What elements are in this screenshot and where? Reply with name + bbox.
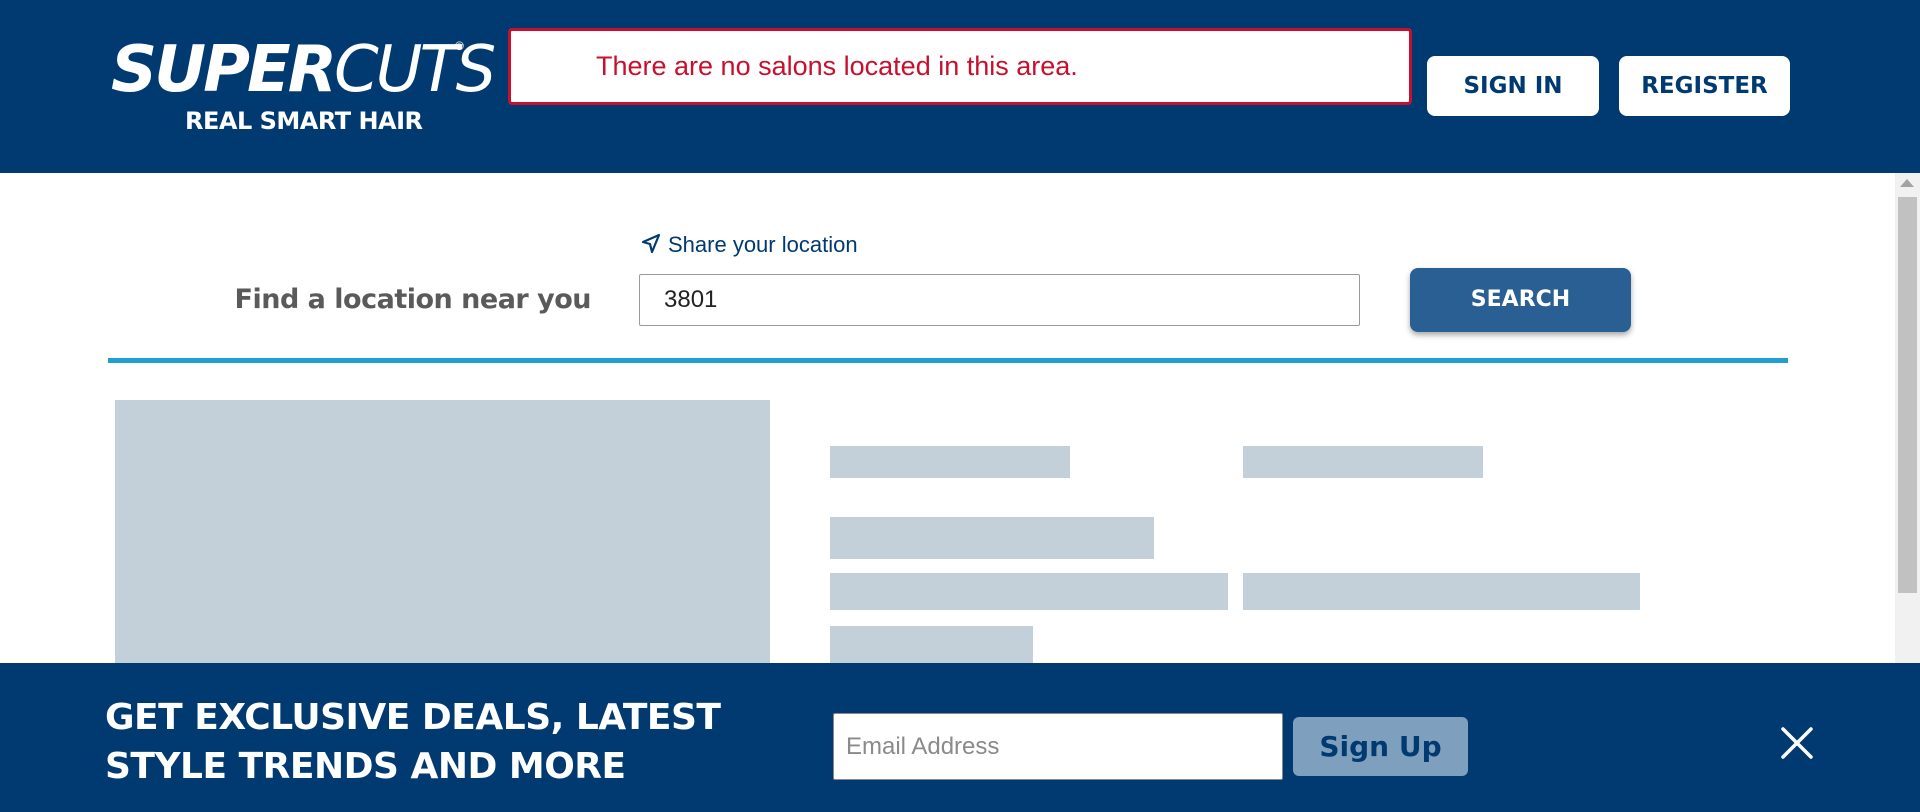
location-arrow-icon xyxy=(641,233,661,254)
page-scrollbar[interactable] xyxy=(1895,173,1920,663)
no-salons-alert: There are no salons located in this area… xyxy=(508,28,1412,105)
skeleton-line xyxy=(830,517,1154,559)
site-header: SUPERCUTS ® REAL SMART HAIR There are no… xyxy=(0,0,1920,173)
sign-in-button[interactable]: SIGN IN xyxy=(1427,56,1599,116)
scrollbar-thumb[interactable] xyxy=(1898,197,1917,593)
scroll-up-arrow-icon[interactable] xyxy=(1900,179,1914,187)
logo-tagline: REAL SMART HAIR xyxy=(185,107,423,135)
location-search-input[interactable] xyxy=(639,274,1360,326)
logo-wordmark: SUPERCUTS xyxy=(111,33,496,107)
share-location-label: Share your location xyxy=(668,232,858,257)
close-icon[interactable] xyxy=(1780,726,1814,760)
supercuts-logo[interactable]: SUPERCUTS ® REAL SMART HAIR xyxy=(111,38,496,138)
skeleton-line xyxy=(830,626,1033,663)
email-signup-banner: GET EXCLUSIVE DEALS, LATEST STYLE TRENDS… xyxy=(0,663,1920,812)
search-button[interactable]: SEARCH xyxy=(1410,268,1631,332)
skeleton-line xyxy=(830,573,1228,610)
skeleton-line xyxy=(1243,573,1640,610)
email-field[interactable] xyxy=(833,713,1283,780)
skeleton-line xyxy=(1243,446,1483,478)
register-button[interactable]: REGISTER xyxy=(1619,56,1790,116)
registered-mark: ® xyxy=(455,39,464,53)
promo-headline: GET EXCLUSIVE DEALS, LATEST STYLE TRENDS… xyxy=(105,697,721,787)
section-divider xyxy=(108,358,1788,363)
skeleton-line xyxy=(830,446,1070,478)
sign-up-button[interactable]: Sign Up xyxy=(1293,717,1468,776)
find-location-label: Find a location near you xyxy=(234,284,592,315)
map-placeholder xyxy=(115,400,770,663)
